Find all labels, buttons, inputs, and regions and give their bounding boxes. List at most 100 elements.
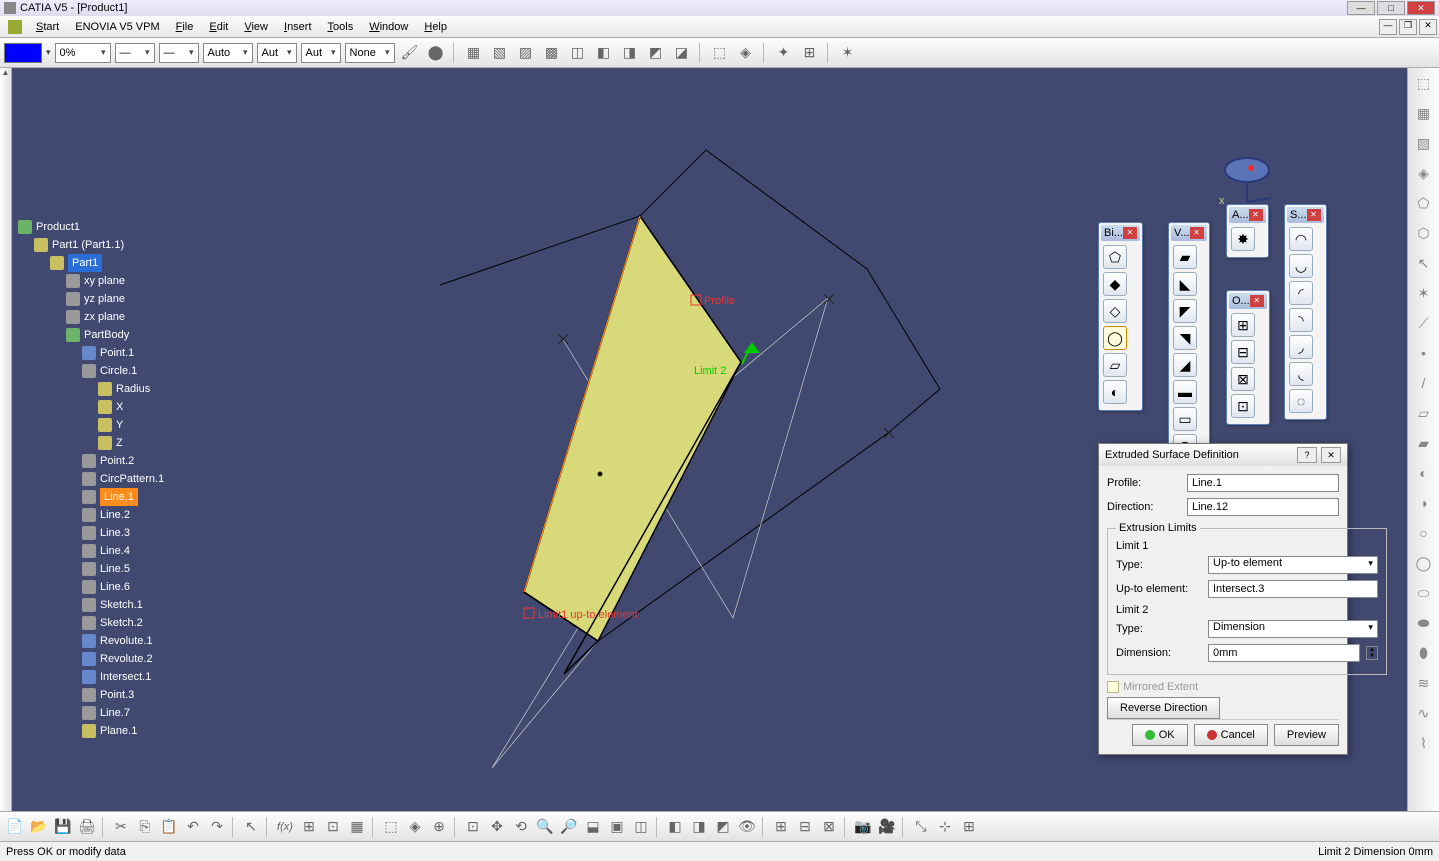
fit-all-icon[interactable]: ⊡ bbox=[462, 816, 484, 838]
ft-btn[interactable]: ◯ bbox=[1103, 326, 1127, 350]
ok-button[interactable]: OK bbox=[1132, 724, 1188, 746]
color-swatch[interactable] bbox=[4, 43, 42, 63]
tree-y[interactable]: Y bbox=[18, 416, 164, 434]
rt-icon[interactable]: ◑ bbox=[1412, 492, 1436, 514]
tb-bottom-icon[interactable]: ▣ bbox=[606, 816, 628, 838]
float-toolbar-v[interactable]: V...✕ ▰ ◣ ◤ ◥ ◢ ▬ ▭ ▮ bbox=[1168, 222, 1210, 465]
menu-insert[interactable]: Insert bbox=[276, 19, 320, 35]
tb-icon-12[interactable]: ✦ bbox=[773, 42, 795, 64]
pointer-icon[interactable]: ↖ bbox=[240, 816, 262, 838]
tree-xy-plane[interactable]: xy plane bbox=[18, 272, 164, 290]
rt-icon[interactable]: ⬬ bbox=[1412, 612, 1436, 634]
reverse-direction-button[interactable]: Reverse Direction bbox=[1107, 697, 1220, 719]
tree-point1[interactable]: Point.1 bbox=[18, 344, 164, 362]
tree-line4[interactable]: Line.4 bbox=[18, 542, 164, 560]
ft-btn[interactable]: ◥ bbox=[1173, 326, 1197, 350]
zoom-in-icon[interactable]: 🔍 bbox=[534, 816, 556, 838]
rt-icon[interactable]: ▦ bbox=[1412, 102, 1436, 124]
menu-file[interactable]: File bbox=[168, 19, 202, 35]
tb-icon-8[interactable]: ◩ bbox=[645, 42, 667, 64]
specification-tree[interactable]: Product1 Part1 (Part1.1) Part1 xy plane … bbox=[18, 218, 164, 740]
rt-icon[interactable]: ⌇ bbox=[1412, 732, 1436, 754]
rt-icon[interactable]: ≋ bbox=[1412, 672, 1436, 694]
tree-intersect1[interactable]: Intersect.1 bbox=[18, 668, 164, 686]
tree-plane1[interactable]: Plane.1 bbox=[18, 722, 164, 740]
rt-icon[interactable]: ⬚ bbox=[1412, 72, 1436, 94]
ft-btn[interactable]: ◟ bbox=[1289, 362, 1313, 386]
tree-line1[interactable]: Line.1 bbox=[18, 488, 164, 506]
close-icon[interactable]: ✕ bbox=[1123, 227, 1137, 239]
mdi-close[interactable]: ✕ bbox=[1419, 19, 1437, 35]
spinner-down[interactable]: ▼ bbox=[1367, 653, 1377, 659]
upto-input[interactable] bbox=[1208, 580, 1378, 598]
tree-sketch1[interactable]: Sketch.1 bbox=[18, 596, 164, 614]
menu-enovia[interactable]: ENOVIA V5 VPM bbox=[67, 19, 167, 35]
zoom-out-icon[interactable]: 🔎 bbox=[558, 816, 580, 838]
rt-icon[interactable]: • bbox=[1412, 342, 1436, 364]
grid-icon[interactable]: ⊞ bbox=[958, 816, 980, 838]
tb-icon-5[interactable]: ◫ bbox=[567, 42, 589, 64]
rt-icon[interactable]: ▧ bbox=[1412, 132, 1436, 154]
tree-part[interactable]: Part1 bbox=[18, 254, 164, 272]
rt-icon[interactable]: ⬭ bbox=[1412, 582, 1436, 604]
rt-icon[interactable]: ∿ bbox=[1412, 702, 1436, 724]
rt-icon[interactable]: ◈ bbox=[1412, 162, 1436, 184]
tree-yz-plane[interactable]: yz plane bbox=[18, 290, 164, 308]
tree-radius[interactable]: Radius bbox=[18, 380, 164, 398]
tree-revolute2[interactable]: Revolute.2 bbox=[18, 650, 164, 668]
rt-icon[interactable]: ⬮ bbox=[1412, 642, 1436, 664]
tree-point3[interactable]: Point.3 bbox=[18, 686, 164, 704]
tb-icon-1[interactable]: ▦ bbox=[463, 42, 485, 64]
maximize-button[interactable]: □ bbox=[1377, 1, 1405, 15]
rt-icon[interactable]: ▱ bbox=[1412, 402, 1436, 424]
new-icon[interactable]: 📄 bbox=[4, 816, 26, 838]
workspace[interactable]: ▲ Profile Limit 2 Limit1 up-to element bbox=[0, 68, 1439, 811]
ft-btn[interactable]: ▭ bbox=[1173, 407, 1197, 431]
tree-line2[interactable]: Line.2 bbox=[18, 506, 164, 524]
ft-btn[interactable]: ✸ bbox=[1231, 227, 1255, 251]
ft-btn[interactable]: ◌ bbox=[1289, 389, 1313, 413]
float-toolbar-o[interactable]: O...✕ ⊞ ⊟ ⊠ ⊡ bbox=[1226, 290, 1270, 425]
axis-icon[interactable]: ⤡ bbox=[910, 816, 932, 838]
linetype-combo[interactable]: — bbox=[115, 43, 155, 63]
tb-icon-13[interactable]: ⊞ bbox=[799, 42, 821, 64]
tree-x[interactable]: X bbox=[18, 398, 164, 416]
lineweight-combo[interactable]: — bbox=[159, 43, 199, 63]
ft-btn[interactable]: ▰ bbox=[1173, 245, 1197, 269]
tree-line5[interactable]: Line.5 bbox=[18, 560, 164, 578]
close-icon[interactable]: ✕ bbox=[1307, 209, 1321, 221]
close-icon[interactable]: ✕ bbox=[1190, 227, 1204, 239]
ft-btn[interactable]: ◐ bbox=[1103, 380, 1127, 404]
tb-bottom-icon[interactable]: ⊞ bbox=[770, 816, 792, 838]
sphere-icon[interactable]: ⬤ bbox=[425, 42, 447, 64]
close-button[interactable]: ✕ bbox=[1407, 1, 1435, 15]
ft-btn[interactable]: ⬠ bbox=[1103, 245, 1127, 269]
none-combo[interactable]: None bbox=[345, 43, 395, 63]
tb-icon-6[interactable]: ◧ bbox=[593, 42, 615, 64]
ft-btn[interactable]: ▬ bbox=[1173, 380, 1197, 404]
arrow-icon[interactable]: ↖ bbox=[1412, 252, 1436, 274]
mirrored-checkbox[interactable]: Mirrored Extent bbox=[1107, 681, 1339, 693]
tb-icon-10[interactable]: ⬚ bbox=[709, 42, 731, 64]
ft-btn[interactable]: ◡ bbox=[1289, 254, 1313, 278]
save-icon[interactable]: 💾 bbox=[52, 816, 74, 838]
ft-btn[interactable]: ⊠ bbox=[1231, 367, 1255, 391]
type1-select[interactable]: Up-to element bbox=[1208, 556, 1378, 574]
tb-bottom-icon[interactable]: ⬚ bbox=[380, 816, 402, 838]
menu-tools[interactable]: Tools bbox=[320, 19, 362, 35]
float-toolbar-s[interactable]: S...✕ ◠ ◡ ◜ ◝ ◞ ◟ ◌ bbox=[1284, 204, 1327, 420]
rt-icon[interactable]: ▰ bbox=[1412, 432, 1436, 454]
mdi-restore[interactable]: ❐ bbox=[1399, 19, 1417, 35]
tb-bottom-icon[interactable]: ⊕ bbox=[428, 816, 450, 838]
ft-btn[interactable]: ⊞ bbox=[1231, 313, 1255, 337]
auto2-combo[interactable]: Aut bbox=[257, 43, 297, 63]
iso-view-icon[interactable]: ◫ bbox=[630, 816, 652, 838]
auto3-combo[interactable]: Aut bbox=[301, 43, 341, 63]
tb-icon-4[interactable]: ▩ bbox=[541, 42, 563, 64]
hide-show-icon[interactable]: 👁 bbox=[736, 816, 758, 838]
tree-sketch2[interactable]: Sketch.2 bbox=[18, 614, 164, 632]
dialog-close-button[interactable]: ✕ bbox=[1321, 447, 1341, 463]
auto1-combo[interactable]: Auto bbox=[203, 43, 253, 63]
dimension-input[interactable] bbox=[1208, 644, 1360, 662]
tb-bottom-icon[interactable]: ⊡ bbox=[322, 816, 344, 838]
